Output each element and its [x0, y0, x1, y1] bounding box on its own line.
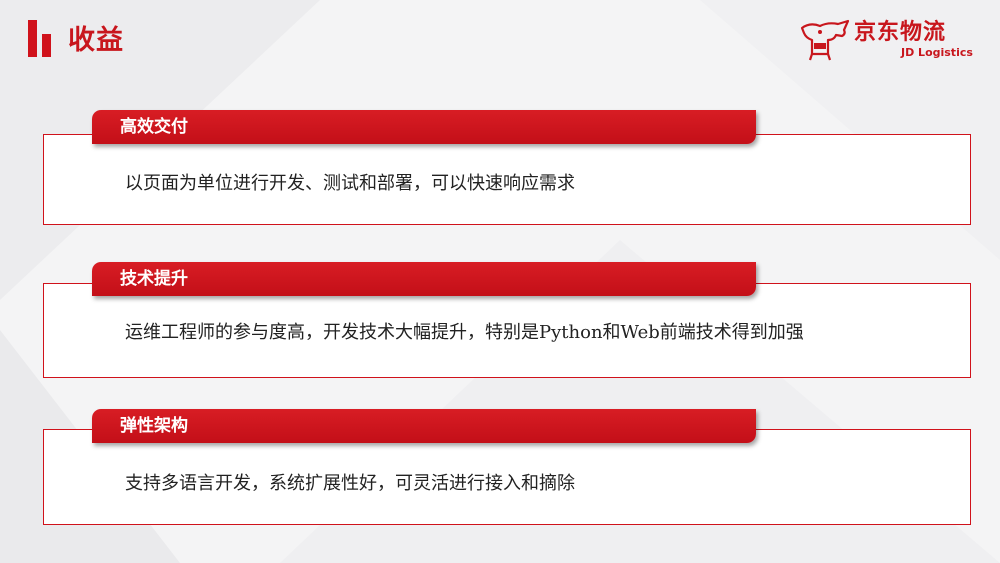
- benefit-card-tech-improvement: 运维工程师的参与度高，开发技术大幅提升，特别是Python和Web前端技术得到加…: [43, 283, 971, 378]
- benefit-tag-elastic-architecture: 弹性架构: [92, 409, 756, 443]
- jd-dog-logo-icon: [800, 19, 850, 61]
- page-title: 收益: [68, 25, 124, 56]
- benefit-description: 运维工程师的参与度高，开发技术大幅提升，特别是Python和Web前端技术得到加…: [125, 322, 804, 343]
- benefit-tag-label: 高效交付: [120, 117, 188, 137]
- benefit-tag-tech-improvement: 技术提升: [92, 262, 756, 296]
- title-accent-bar-short: [42, 34, 51, 57]
- benefit-card-efficient-delivery: 以页面为单位进行开发、测试和部署，可以快速响应需求: [43, 134, 971, 225]
- logo-name-cn: 京东物流: [854, 20, 947, 45]
- benefit-tag-label: 弹性架构: [120, 416, 188, 436]
- benefit-tag-efficient-delivery: 高效交付: [92, 110, 756, 144]
- jd-logistics-logo: 京东物流 JD Logistics: [798, 16, 978, 66]
- benefit-tag-label: 技术提升: [120, 269, 188, 289]
- benefit-description: 支持多语言开发，系统扩展性好，可灵活进行接入和摘除: [125, 473, 575, 494]
- slide: 收益 京东物流 JD Logistics 以页面为单位进行开发、测试和部署，可以…: [0, 0, 1000, 563]
- benefit-card-elastic-architecture: 支持多语言开发，系统扩展性好，可灵活进行接入和摘除: [43, 429, 971, 525]
- title-accent-bar: [28, 20, 37, 57]
- benefit-description: 以页面为单位进行开发、测试和部署，可以快速响应需求: [125, 173, 575, 194]
- logo-name-en: JD Logistics: [901, 46, 973, 59]
